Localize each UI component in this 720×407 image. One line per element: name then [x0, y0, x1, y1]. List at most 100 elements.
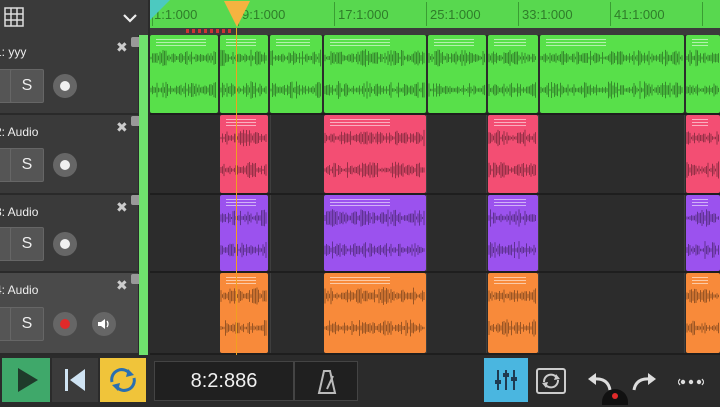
waveform: [540, 49, 683, 67]
audio-clip[interactable]: [324, 273, 426, 353]
track-color-strip: [139, 35, 148, 355]
audio-clip[interactable]: [324, 35, 426, 113]
solo-button[interactable]: S: [10, 307, 44, 341]
waveform: [324, 81, 425, 99]
audio-clip[interactable]: [686, 115, 720, 193]
waveform: [428, 83, 485, 97]
loop-button[interactable]: [100, 358, 146, 402]
waveform: [686, 161, 719, 179]
volume-icon[interactable]: [92, 312, 116, 336]
waveform: [220, 242, 267, 258]
position-counter[interactable]: 8:2:886: [154, 361, 294, 401]
ruler-label: 25:1:000: [430, 7, 481, 22]
track-header-selected[interactable]: 4: Audio ✖ M S: [0, 273, 138, 355]
waveform: [488, 82, 536, 98]
track-header[interactable]: 2: Audio ✖ M S: [0, 115, 138, 195]
audio-clip[interactable]: [488, 273, 538, 353]
waveform: [220, 81, 267, 99]
audio-clip[interactable]: [220, 35, 268, 113]
playhead[interactable]: [236, 28, 237, 355]
waveform: [488, 288, 536, 304]
audio-clip[interactable]: [270, 35, 322, 113]
audio-clip[interactable]: [686, 273, 720, 353]
mixer-icon: [495, 370, 517, 390]
close-track-icon[interactable]: ✖: [116, 199, 128, 216]
waveform: [220, 209, 267, 227]
audio-clip[interactable]: [488, 35, 538, 113]
sync-icon[interactable]: [534, 366, 568, 396]
audio-clip[interactable]: [540, 35, 684, 113]
waveform: [488, 162, 536, 178]
more-icon[interactable]: [678, 374, 704, 390]
audio-clip[interactable]: [220, 195, 268, 271]
track-header[interactable]: 1: yyy ✖ M S: [0, 35, 138, 115]
audio-clip[interactable]: [428, 35, 486, 113]
audio-clip[interactable]: [488, 195, 538, 271]
metronome-button[interactable]: [294, 361, 358, 401]
mixer-button[interactable]: [484, 358, 528, 402]
track-name: 1: yyy: [0, 45, 27, 59]
waveform: [686, 209, 719, 227]
audio-clip[interactable]: [220, 115, 268, 193]
waveform: [324, 241, 425, 259]
audio-clip[interactable]: [324, 195, 426, 271]
track-name: 2: Audio: [0, 125, 39, 139]
waveform: [324, 129, 425, 147]
close-track-icon[interactable]: ✖: [116, 277, 128, 294]
redo-icon[interactable]: [630, 370, 660, 394]
waveform: [220, 287, 267, 305]
waveform: [686, 241, 719, 259]
record-arm-icon[interactable]: [53, 74, 77, 98]
waveform: [150, 81, 216, 99]
play-icon: [18, 368, 38, 392]
chevron-down-icon[interactable]: [121, 9, 139, 27]
audio-clip[interactable]: [150, 35, 218, 113]
waveform: [686, 49, 719, 67]
audio-clip[interactable]: [686, 195, 720, 271]
ruler-label: 33:1:000: [522, 7, 573, 22]
waveform: [220, 49, 267, 67]
ruler-label: 41:1:000: [614, 7, 665, 22]
track-name: 4: Audio: [0, 283, 39, 297]
solo-button[interactable]: S: [10, 227, 44, 261]
record-arm-icon[interactable]: [53, 153, 77, 177]
audio-clip[interactable]: [488, 115, 538, 193]
close-track-icon[interactable]: ✖: [116, 39, 128, 56]
waveform: [488, 209, 536, 227]
track-header[interactable]: 3: Audio ✖ M S: [0, 195, 138, 273]
rewind-icon: [65, 369, 85, 391]
waveform: [324, 287, 425, 305]
loop-start-marker[interactable]: [150, 0, 170, 20]
rewind-button[interactable]: [52, 358, 98, 402]
waveform: [488, 129, 536, 147]
waveform: [220, 162, 267, 178]
waveform: [488, 241, 536, 259]
grid-icon[interactable]: [4, 7, 24, 27]
waveform: [324, 49, 425, 67]
audio-clip[interactable]: [220, 273, 268, 353]
waveform: [220, 320, 267, 336]
waveform: [220, 129, 267, 147]
waveform: [270, 81, 321, 99]
waveform: [686, 83, 719, 97]
waveform: [324, 319, 425, 337]
solo-button[interactable]: S: [10, 69, 44, 103]
metronome-icon: [317, 370, 337, 394]
waveform: [270, 49, 321, 67]
track-name: 3: Audio: [0, 205, 39, 219]
waveform: [686, 288, 719, 304]
close-track-icon[interactable]: ✖: [116, 119, 128, 136]
record-arm-icon[interactable]: [53, 232, 77, 256]
play-button[interactable]: [2, 358, 50, 402]
playhead-marker[interactable]: [224, 1, 250, 27]
record-armed-icon[interactable]: [53, 312, 77, 336]
solo-button[interactable]: S: [10, 148, 44, 182]
waveform: [324, 161, 425, 179]
audio-clip[interactable]: [686, 35, 720, 113]
audio-clip[interactable]: [324, 115, 426, 193]
waveform: [686, 131, 719, 145]
waveform: [150, 50, 216, 66]
waveform: [686, 320, 719, 336]
waveform: [324, 209, 425, 227]
ruler-label: 17:1:000: [338, 7, 389, 22]
